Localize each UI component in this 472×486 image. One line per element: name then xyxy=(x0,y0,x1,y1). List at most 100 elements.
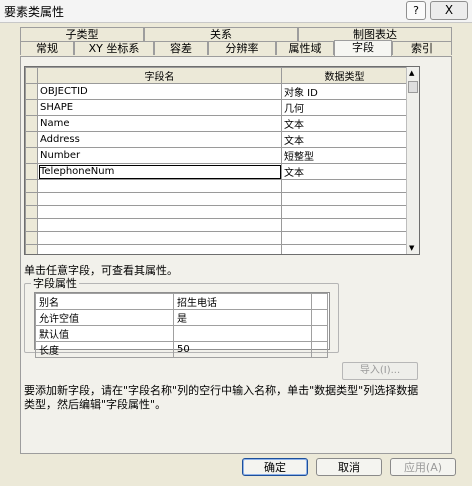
tab-xy-coordinate-system[interactable]: XY 坐标系 xyxy=(74,41,154,55)
scroll-down-arrow-icon[interactable]: ▼ xyxy=(409,244,414,252)
data-type-cell[interactable] xyxy=(281,244,408,254)
data-type-cell[interactable] xyxy=(281,218,408,232)
field-name-cell[interactable]: OBJECTID xyxy=(37,83,282,100)
property-value[interactable]: 是 xyxy=(173,309,312,326)
tab-relationships[interactable]: 关系 xyxy=(144,27,298,41)
tab-fields[interactable]: 字段 xyxy=(334,40,392,56)
table-row[interactable]: Number 短整型 xyxy=(25,147,408,164)
data-type-cell[interactable]: 对象 ID xyxy=(281,83,408,100)
empty-row[interactable] xyxy=(25,231,408,245)
scrollbar-thumb[interactable] xyxy=(408,81,418,93)
grid-vertical-scrollbar[interactable]: ▲ ▼ xyxy=(406,67,419,254)
row-header[interactable] xyxy=(25,83,38,100)
tab-label: 容差 xyxy=(170,42,192,55)
tab-label: 子类型 xyxy=(65,28,99,41)
property-row[interactable]: 默认值 xyxy=(35,325,328,342)
field-name-cell[interactable] xyxy=(37,218,282,232)
row-header[interactable] xyxy=(25,192,38,206)
add-field-hint: 要添加新字段，请在"字段名称"列的空行中输入名称，单击"数据类型"列选择数据类型… xyxy=(24,384,419,411)
fields-table: 字段名 数据类型 OBJECTID 对象 ID SHAPE 几何 Name 文本… xyxy=(25,67,408,254)
properties-table: 别名 招生电话 允许空值 是 默认值 长度 50 xyxy=(35,293,328,358)
row-header[interactable] xyxy=(25,231,38,245)
property-label: 别名 xyxy=(35,293,174,310)
tab-indexes[interactable]: 索引 xyxy=(392,41,452,55)
table-row[interactable]: SHAPE 几何 xyxy=(25,99,408,116)
row-header[interactable] xyxy=(25,218,38,232)
field-name-cell[interactable] xyxy=(37,231,282,245)
import-button[interactable]: 导入(I)... xyxy=(342,362,418,380)
row-header[interactable] xyxy=(25,179,38,193)
field-properties-grid[interactable]: 别名 招生电话 允许空值 是 默认值 长度 50 xyxy=(34,292,330,358)
tab-resolution[interactable]: 分辨率 xyxy=(208,41,276,55)
empty-row[interactable] xyxy=(25,218,408,232)
property-label: 默认值 xyxy=(35,325,174,342)
property-label: 长度 xyxy=(35,341,174,358)
apply-button[interactable]: 应用(A) xyxy=(390,458,456,476)
property-extra xyxy=(311,341,328,358)
row-header[interactable] xyxy=(25,244,38,254)
tab-tolerance[interactable]: 容差 xyxy=(154,41,208,55)
property-value[interactable] xyxy=(173,325,312,342)
data-type-cell[interactable] xyxy=(281,192,408,206)
row-header[interactable] xyxy=(25,99,38,116)
field-name-cell[interactable]: Address xyxy=(37,131,282,148)
property-label: 允许空值 xyxy=(35,309,174,326)
tab-label: 属性域 xyxy=(288,42,322,55)
column-header-data-type[interactable]: 数据类型 xyxy=(281,67,408,84)
property-value[interactable]: 50 xyxy=(173,341,312,358)
property-value[interactable]: 招生电话 xyxy=(173,293,312,310)
field-name-cell[interactable]: SHAPE xyxy=(37,99,282,116)
table-row-selected[interactable]: TelephoneNum 文本 xyxy=(25,163,408,180)
row-header[interactable] xyxy=(25,205,38,219)
tab-domains[interactable]: 属性域 xyxy=(276,41,334,55)
data-type-cell[interactable] xyxy=(281,231,408,245)
row-header[interactable] xyxy=(25,131,38,148)
field-name-cell[interactable] xyxy=(37,179,282,193)
close-button[interactable]: X xyxy=(430,1,468,20)
ok-button[interactable]: 确定 xyxy=(242,458,308,476)
grid-header-row: 字段名 数据类型 xyxy=(25,67,408,84)
fields-grid[interactable]: 字段名 数据类型 OBJECTID 对象 ID SHAPE 几何 Name 文本… xyxy=(24,66,420,255)
empty-row[interactable] xyxy=(25,244,408,254)
field-name-cell[interactable] xyxy=(37,192,282,206)
field-name-cell[interactable]: Number xyxy=(37,147,282,164)
scroll-up-arrow-icon[interactable]: ▲ xyxy=(409,69,414,77)
property-row[interactable]: 允许空值 是 xyxy=(35,309,328,326)
tab-label: 字段 xyxy=(352,41,374,54)
data-type-cell[interactable] xyxy=(281,205,408,219)
cancel-button[interactable]: 取消 xyxy=(316,458,382,476)
property-row[interactable]: 长度 50 xyxy=(35,341,328,358)
property-extra xyxy=(311,293,328,310)
column-header-field-name[interactable]: 字段名 xyxy=(37,67,282,84)
data-type-cell[interactable]: 短整型 xyxy=(281,147,408,164)
field-name-cell[interactable]: TelephoneNum xyxy=(37,163,282,180)
table-row[interactable]: Address 文本 xyxy=(25,131,408,148)
empty-row[interactable] xyxy=(25,179,408,193)
tab-label: 常规 xyxy=(36,42,58,55)
row-header[interactable] xyxy=(25,115,38,132)
tab-representations[interactable]: 制图表达 xyxy=(298,27,452,41)
help-button[interactable]: ? xyxy=(406,1,426,20)
tab-label: XY 坐标系 xyxy=(88,42,140,55)
data-type-cell[interactable]: 文本 xyxy=(281,163,408,180)
tab-label: 关系 xyxy=(210,28,232,41)
empty-row[interactable] xyxy=(25,192,408,206)
data-type-cell[interactable]: 文本 xyxy=(281,115,408,132)
tab-general[interactable]: 常规 xyxy=(20,41,74,55)
field-name-cell[interactable]: Name xyxy=(37,115,282,132)
field-name-cell[interactable] xyxy=(37,244,282,254)
property-row[interactable]: 别名 招生电话 xyxy=(35,293,328,310)
row-header[interactable] xyxy=(25,163,38,180)
row-header[interactable] xyxy=(25,147,38,164)
tab-label: 分辨率 xyxy=(225,42,259,55)
field-name-cell[interactable] xyxy=(37,205,282,219)
table-row[interactable]: OBJECTID 对象 ID xyxy=(25,83,408,100)
grid-corner xyxy=(25,67,38,84)
data-type-cell[interactable]: 文本 xyxy=(281,131,408,148)
empty-row[interactable] xyxy=(25,205,408,219)
data-type-cell[interactable] xyxy=(281,179,408,193)
data-type-cell[interactable]: 几何 xyxy=(281,99,408,116)
table-row[interactable]: Name 文本 xyxy=(25,115,408,132)
property-extra xyxy=(311,309,328,326)
tab-subtypes[interactable]: 子类型 xyxy=(20,27,144,41)
